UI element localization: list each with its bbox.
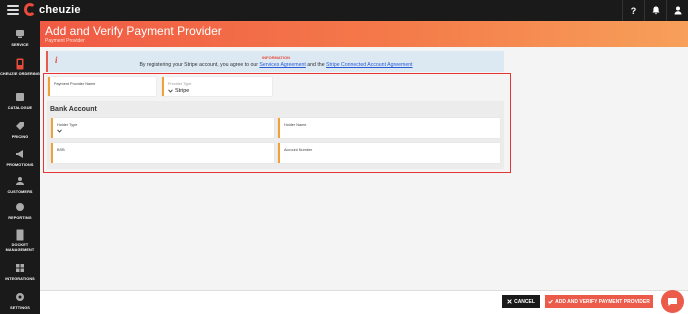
field-label: Account Number bbox=[284, 148, 313, 152]
customers-icon bbox=[16, 177, 24, 185]
submit-label: ADD AND VERIFY PAYMENT PROVIDER bbox=[555, 298, 650, 305]
sidebar-item-reporting[interactable]: REPORTING bbox=[0, 202, 40, 221]
help-icon[interactable]: ? bbox=[622, 0, 644, 21]
holder-name-field[interactable]: Holder Name bbox=[278, 118, 500, 138]
app-logo[interactable]: cheuzie bbox=[24, 3, 81, 16]
service-icon bbox=[16, 30, 24, 38]
sidebar-item-cheuzie-ordering[interactable]: CHEUZIE ORDERING bbox=[0, 58, 40, 77]
catalogue-icon bbox=[16, 93, 24, 101]
breadcrumb[interactable]: Payment Provider bbox=[45, 38, 85, 44]
info-heading: INFORMATION bbox=[262, 55, 290, 60]
sidebar-item-integrations[interactable]: INTEGRATIONS bbox=[0, 263, 40, 282]
chevron-down-icon bbox=[57, 129, 62, 133]
sidebar-item-label: PROMOTIONS bbox=[6, 163, 34, 167]
docket-icon bbox=[16, 229, 24, 241]
sidebar-item-label: PRICING bbox=[11, 135, 29, 139]
sidebar-item-label: DOCKET MANAGEMENT bbox=[5, 243, 35, 252]
field-label: Holder Name bbox=[284, 123, 307, 127]
ordering-icon bbox=[16, 58, 24, 70]
sidebar-item-pricing[interactable]: PRICING bbox=[0, 121, 40, 140]
sidebar-item-label: CUSTOMERS bbox=[7, 190, 33, 194]
gear-icon bbox=[16, 293, 24, 301]
top-bar: cheuzie ? bbox=[0, 0, 688, 21]
field-label: Provider Type bbox=[168, 82, 192, 86]
info-text: By registering your Stripe account, you … bbox=[48, 62, 504, 68]
reporting-icon bbox=[16, 203, 24, 211]
logo-text: cheuzie bbox=[39, 3, 81, 16]
cancel-button[interactable]: CANCEL bbox=[502, 295, 540, 308]
field-label: BSB bbox=[57, 148, 65, 152]
logo-icon bbox=[24, 3, 36, 16]
services-agreement-link[interactable]: Services Agreement bbox=[259, 62, 305, 68]
section-title: Bank Account bbox=[50, 106, 97, 113]
page-title: Add and Verify Payment Provider bbox=[45, 24, 222, 38]
info-text-part: By registering your Stripe account, you … bbox=[139, 62, 260, 68]
chevron-down-icon bbox=[168, 89, 173, 93]
sidebar: SERVICE CHEUZIE ORDERING CATALOGUE PRICI… bbox=[0, 21, 40, 314]
sidebar-item-catalogue[interactable]: CATALOGUE bbox=[0, 92, 40, 111]
holder-type-select[interactable]: Holder Type bbox=[51, 118, 274, 138]
payment-provider-name-field[interactable]: Payment Provider Name bbox=[48, 77, 156, 96]
sidebar-item-label: CHEUZIE ORDERING bbox=[0, 72, 40, 76]
cancel-label: CANCEL bbox=[514, 298, 535, 305]
integrations-icon bbox=[16, 264, 24, 272]
chat-icon bbox=[668, 297, 677, 306]
field-label: Holder Type bbox=[57, 123, 78, 127]
sidebar-item-label: SETTINGS bbox=[10, 306, 30, 310]
check-icon bbox=[548, 299, 554, 304]
menu-icon[interactable] bbox=[7, 5, 19, 16]
user-icon[interactable] bbox=[666, 0, 688, 21]
information-box: i INFORMATION By registering your Stripe… bbox=[46, 51, 504, 72]
sidebar-item-label: REPORTING bbox=[8, 216, 32, 220]
bsb-field[interactable]: BSB bbox=[51, 143, 274, 163]
bell-icon[interactable] bbox=[644, 0, 666, 21]
page-header: Add and Verify Payment Provider Payment … bbox=[40, 21, 688, 47]
sidebar-item-service[interactable]: SERVICE bbox=[0, 29, 40, 48]
sidebar-item-settings[interactable]: SETTINGS bbox=[0, 292, 40, 311]
sidebar-item-label: CATALOGUE bbox=[7, 106, 33, 110]
stripe-agreement-link[interactable]: Stripe Connected Account Agreement bbox=[326, 62, 413, 68]
field-value: Stripe bbox=[175, 88, 190, 94]
account-number-field[interactable]: Account Number bbox=[278, 143, 500, 163]
sidebar-item-customers[interactable]: CUSTOMERS bbox=[0, 176, 40, 195]
info-text-part: and the bbox=[305, 62, 327, 68]
sidebar-item-label: INTEGRATIONS bbox=[5, 277, 35, 281]
add-and-verify-button[interactable]: ADD AND VERIFY PAYMENT PROVIDER bbox=[545, 295, 653, 308]
sidebar-item-promotions[interactable]: PROMOTIONS bbox=[0, 149, 40, 168]
close-icon bbox=[507, 299, 512, 304]
megaphone-icon bbox=[16, 150, 23, 158]
field-label: Payment Provider Name bbox=[54, 82, 96, 86]
chat-button[interactable] bbox=[661, 290, 684, 313]
sidebar-item-label: SERVICE bbox=[11, 43, 29, 47]
tag-icon bbox=[16, 122, 24, 130]
sidebar-item-docket-management[interactable]: DOCKET MANAGEMENT bbox=[0, 229, 40, 252]
provider-type-select[interactable]: Provider Type Stripe bbox=[162, 77, 272, 96]
